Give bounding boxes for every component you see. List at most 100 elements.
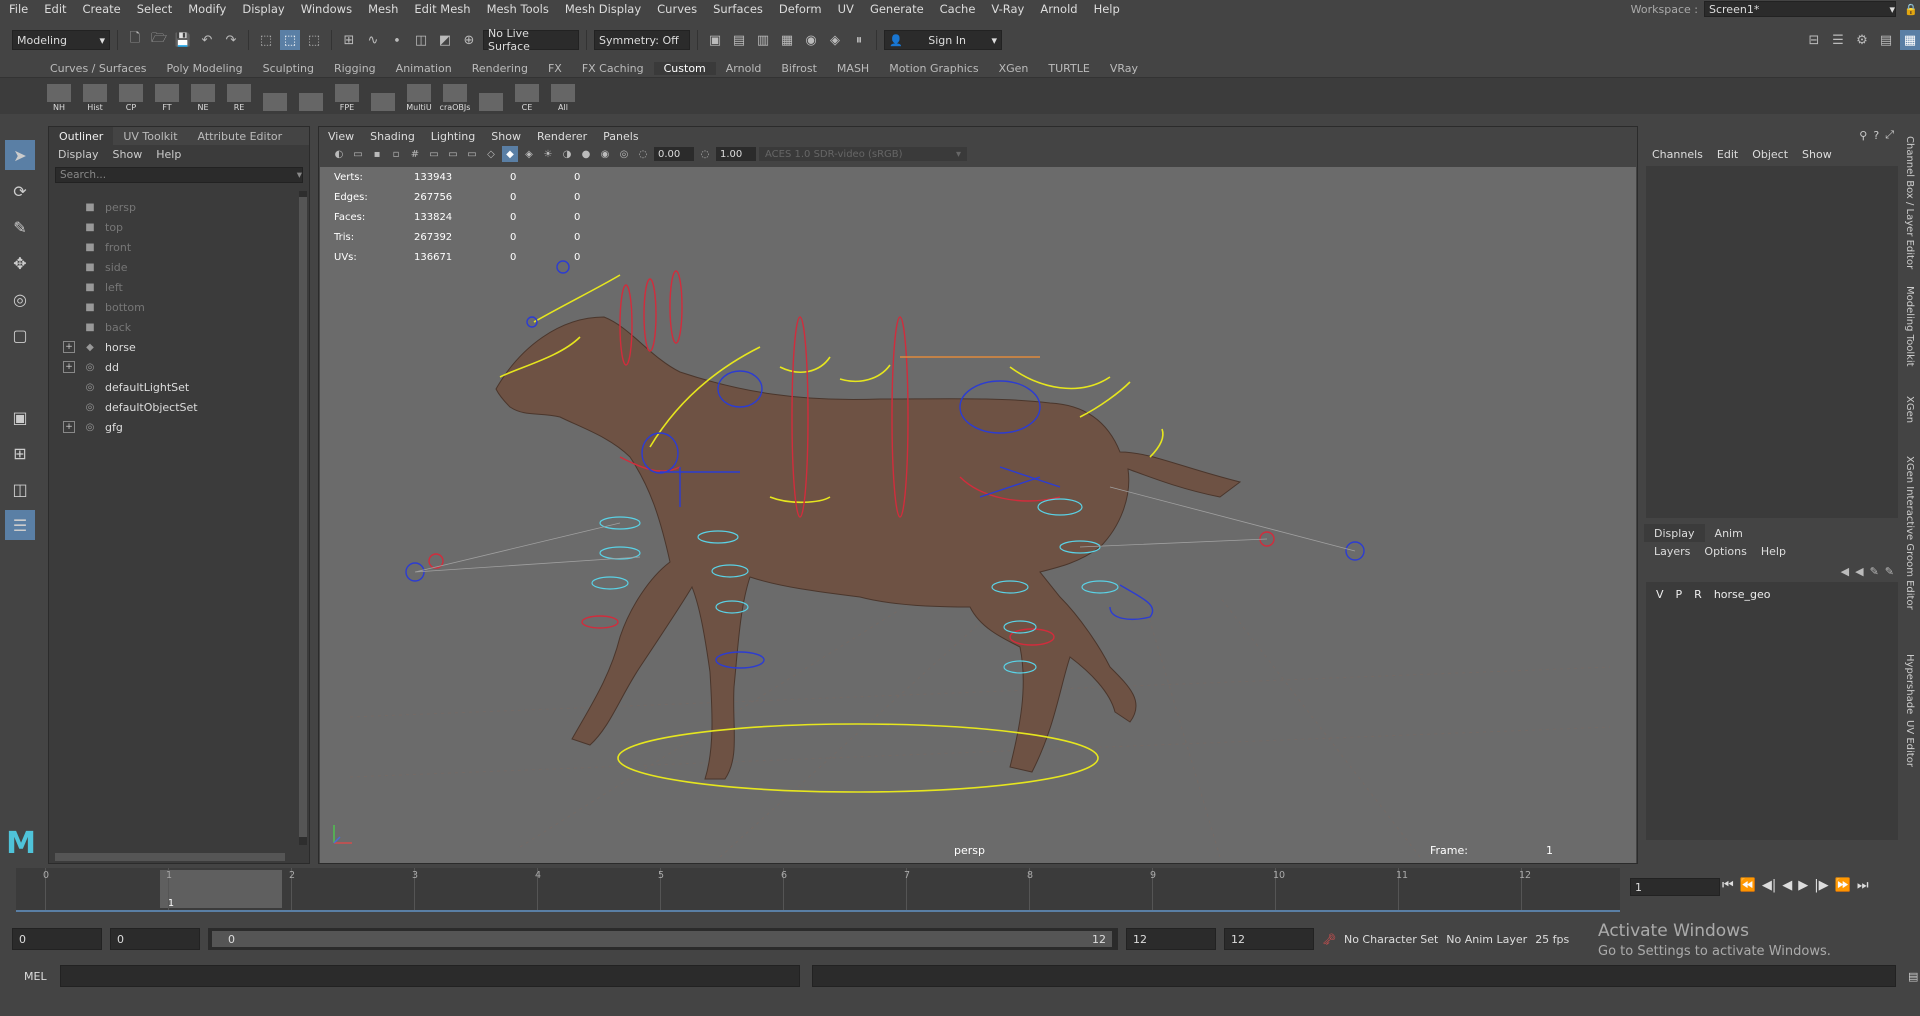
outliner-item[interactable]: + ◎ dd <box>49 357 297 377</box>
shelf-button[interactable]: CE <box>512 80 542 112</box>
shelf-button[interactable]: Hist <box>80 80 110 112</box>
move-layer-down-icon[interactable]: ◀ <box>1855 565 1863 578</box>
anim-end-field[interactable]: 12 <box>1126 928 1216 950</box>
workspace-dropdown[interactable]: Screen1* ▾ <box>1704 1 1896 17</box>
outliner-item[interactable]: + ◎ gfg <box>49 417 297 437</box>
outliner-scrollbar[interactable] <box>299 191 307 845</box>
outliner-tab[interactable]: Attribute Editor <box>188 127 293 145</box>
undo-icon[interactable]: ↶ <box>197 30 217 50</box>
shelf-tab[interactable]: Motion Graphics <box>879 62 988 75</box>
viewport-menu-item[interactable]: Shading <box>370 130 415 143</box>
two-pane-icon[interactable]: ◫ <box>5 474 35 504</box>
side-tab[interactable]: Hypershade <box>1904 654 1915 714</box>
rotate-tool-icon[interactable]: ◎ <box>5 284 35 314</box>
menu-item[interactable]: Create <box>75 2 129 16</box>
outliner-item[interactable]: ◎ defaultLightSet <box>49 377 297 397</box>
shelf-tab[interactable]: Arnold <box>716 62 772 75</box>
expand-icon[interactable]: + <box>63 341 75 353</box>
outliner-item[interactable]: ■ persp <box>49 197 297 217</box>
shelf-button[interactable]: MultiU <box>404 80 434 112</box>
viewport-canvas[interactable]: Verts: 133943 0 0 Edges: 267756 0 0 Faces: 133824… <box>320 167 1636 863</box>
attribute-editor-icon[interactable]: ☰ <box>1828 30 1848 50</box>
single-pane-icon[interactable]: ▣ <box>5 402 35 432</box>
gate-mask-icon[interactable]: ▭ <box>464 146 480 162</box>
shelf-button[interactable]: craOBJs <box>440 80 470 112</box>
layer-menu-item[interactable]: Options <box>1704 545 1746 558</box>
command-input[interactable] <box>60 965 800 987</box>
lights-icon[interactable]: ☀ <box>540 146 556 162</box>
layer-tab[interactable]: Anim <box>1704 524 1753 542</box>
range-bar[interactable]: 0 12 <box>208 928 1118 950</box>
redo-icon[interactable]: ↷ <box>221 30 241 50</box>
snap-pivot-icon[interactable]: ⊕ <box>459 30 479 50</box>
side-tab[interactable]: UV Editor <box>1904 720 1915 767</box>
channel-box-menu-item[interactable]: Channels <box>1652 148 1703 161</box>
go-to-start-icon[interactable]: ⏮ <box>1722 878 1734 893</box>
render-history-icon[interactable]: ▣ <box>705 30 725 50</box>
pause-icon[interactable]: ⏸ <box>849 30 869 50</box>
new-scene-icon[interactable]: 🗋 <box>125 30 145 50</box>
bookmark-icon[interactable]: ▪ <box>369 146 385 162</box>
auto-key-icon[interactable]: 🗝 <box>1322 933 1336 946</box>
side-tab[interactable]: Modeling Toolkit <box>1904 286 1915 367</box>
film-gate-icon[interactable]: ▭ <box>426 146 442 162</box>
shelf-button[interactable]: NE <box>188 80 218 112</box>
step-back-frame-icon[interactable]: ◀| <box>1762 878 1776 893</box>
arnold-render-icon[interactable]: ◈ <box>825 30 845 50</box>
shelf-tab[interactable]: MASH <box>827 62 879 75</box>
shelf-button[interactable] <box>476 80 506 112</box>
shelf-tab[interactable]: FX Caching <box>572 62 654 75</box>
shelf-tab[interactable]: FX <box>538 62 572 75</box>
channel-box-icon[interactable]: ▤ <box>1876 30 1896 50</box>
shelf-button[interactable] <box>260 80 290 112</box>
step-back-key-icon[interactable]: ⏪ <box>1740 878 1756 893</box>
shadows-icon[interactable]: ◑ <box>559 146 575 162</box>
shelf-tab[interactable]: Bifrost <box>771 62 827 75</box>
layer-playback[interactable]: P <box>1676 588 1683 601</box>
menu-item[interactable]: Cache <box>932 2 984 16</box>
snap-grid-icon[interactable]: ⊞ <box>339 30 359 50</box>
shelf-button[interactable]: CP <box>116 80 146 112</box>
snap-curve-icon[interactable]: ∿ <box>363 30 383 50</box>
render-settings-icon[interactable]: ▦ <box>777 30 797 50</box>
select-tool-icon[interactable]: ➤ <box>5 140 35 170</box>
snap-point-icon[interactable]: ∙ <box>387 30 407 50</box>
menu-item[interactable]: Display <box>234 2 292 16</box>
live-surface-field[interactable]: No Live Surface <box>483 27 579 53</box>
snap-view-icon[interactable]: ◫ <box>411 30 431 50</box>
outliner-layout-icon[interactable]: ☰ <box>5 510 35 540</box>
outliner-menu-item[interactable]: Show <box>113 148 143 161</box>
outliner-item[interactable]: ■ bottom <box>49 297 297 317</box>
shelf-tab[interactable]: Rendering <box>462 62 538 75</box>
shelf-button[interactable] <box>296 80 326 112</box>
channel-box-menu-item[interactable]: Show <box>1802 148 1832 161</box>
viewport-menu-item[interactable]: Show <box>491 130 521 143</box>
ao-icon[interactable]: ● <box>578 146 594 162</box>
help-icon[interactable]: ? <box>1873 129 1879 142</box>
new-layer-selected-icon[interactable]: ✎ <box>1885 565 1894 578</box>
layer-tab[interactable]: Display <box>1644 524 1705 542</box>
outliner-tab[interactable]: Outliner <box>49 127 114 145</box>
layer-menu-item[interactable]: Layers <box>1654 545 1690 558</box>
menu-item[interactable]: Help <box>1086 2 1128 16</box>
side-tab[interactable]: XGen Interactive Groom Editor <box>1904 456 1915 610</box>
menu-item[interactable]: Modify <box>180 2 234 16</box>
channel-box-menu-item[interactable]: Object <box>1752 148 1788 161</box>
shelf-button[interactable]: NH <box>44 80 74 112</box>
expand-icon[interactable]: + <box>63 361 75 373</box>
anim-layer-dropdown[interactable]: No Anim Layer <box>1446 933 1527 946</box>
shelf-button[interactable] <box>368 80 398 112</box>
shelf-button[interactable]: All <box>548 80 578 112</box>
camera-icon[interactable]: ◐ <box>331 146 347 162</box>
image-plane-icon[interactable]: ▫ <box>388 146 404 162</box>
end-time-field[interactable]: 12 <box>1224 928 1314 950</box>
outliner-item[interactable]: ■ front <box>49 237 297 257</box>
outliner-tab[interactable]: UV Toolkit <box>113 127 187 145</box>
shelf-button[interactable]: FPE <box>332 80 362 112</box>
menu-item[interactable]: Mesh <box>360 2 406 16</box>
layer-reference[interactable]: R <box>1694 588 1702 601</box>
menu-item[interactable]: Windows <box>293 2 360 16</box>
far-clip-icon[interactable]: ◌ <box>697 146 713 162</box>
side-tab[interactable]: Channel Box / Layer Editor <box>1904 136 1915 269</box>
menu-item[interactable]: V-Ray <box>983 2 1032 16</box>
